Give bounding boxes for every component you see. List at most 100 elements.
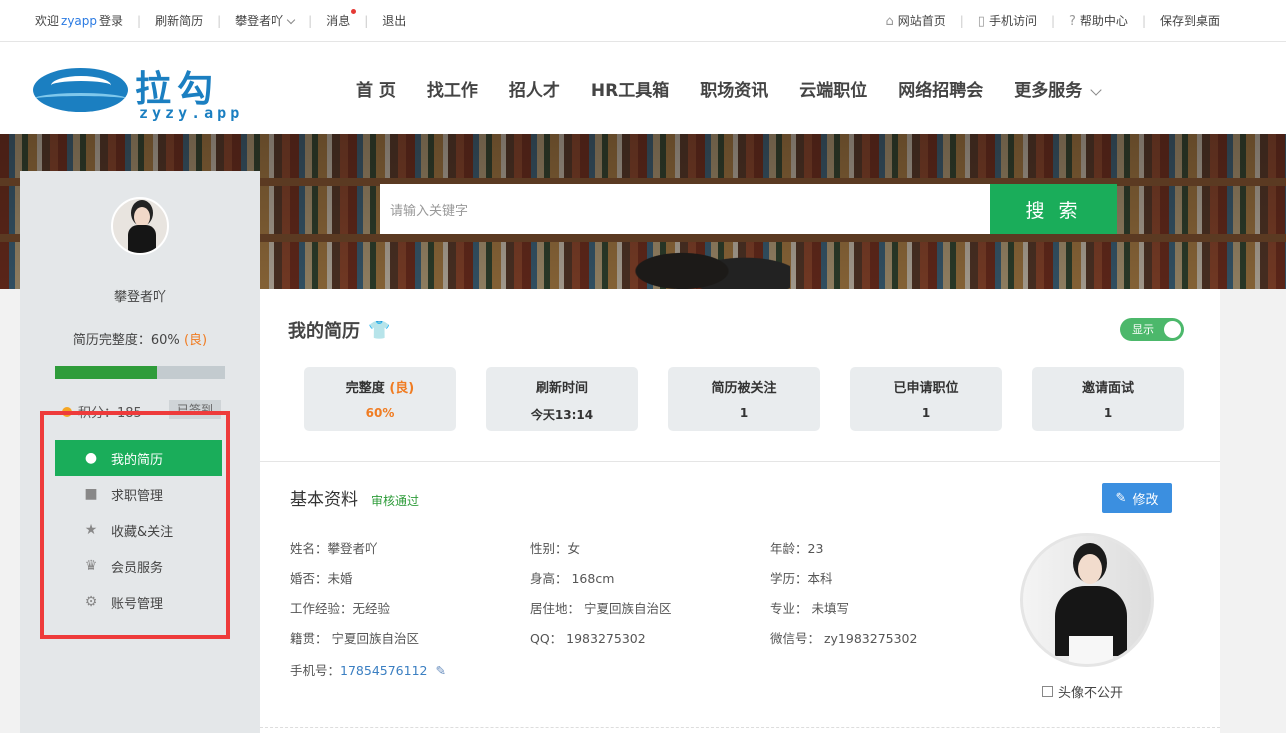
- unread-dot: [351, 9, 357, 14]
- home-icon: ⌂: [885, 14, 894, 29]
- basic-info-title: 基本资料 审核通过: [290, 485, 419, 510]
- mobile-link[interactable]: ▯ 手机访问: [978, 12, 1037, 29]
- divider: |: [1050, 13, 1056, 28]
- completeness-label: 简历完整度：60%: [72, 333, 180, 348]
- logo-cloud-icon: [33, 68, 128, 112]
- edit-label: 修改: [1132, 492, 1159, 508]
- audit-status: 审核通过: [371, 494, 420, 508]
- login-link[interactable]: 登录: [99, 12, 123, 29]
- stat-value: 1: [921, 406, 931, 420]
- highlight-box: [40, 411, 230, 639]
- divider: |: [364, 13, 369, 28]
- nav-item-hr-tools[interactable]: HR工具箱: [591, 76, 669, 101]
- nav-item-home[interactable]: 首 页: [356, 76, 396, 101]
- chevron-down-icon: [1090, 84, 1102, 96]
- user-name: 攀登者吖: [113, 290, 166, 305]
- toggle-knob: [1164, 321, 1181, 338]
- completeness-grade: (良): [183, 333, 208, 348]
- avatar-body: [128, 225, 156, 253]
- photo-face: [1078, 554, 1102, 584]
- shirt-icon: 👕: [368, 319, 391, 341]
- divider: |: [1141, 13, 1146, 28]
- top-bar: 欢迎 zyapp 登录 | 刷新简历 | 攀登者吖 | 消息 | 退出 ⌂ 网站首…: [0, 0, 1286, 42]
- field-education: 学历：本科: [770, 571, 833, 586]
- stat-value: 1: [1103, 406, 1113, 420]
- edit-button[interactable]: ✎ 修改: [1102, 483, 1172, 513]
- top-bar-right: ⌂ 网站首页 | ▯ 手机访问 | ? 帮助中心 | 保存到桌面: [885, 12, 1220, 30]
- username-link[interactable]: zyapp: [61, 14, 97, 28]
- user-menu[interactable]: 攀登者吖: [235, 12, 296, 29]
- field-wechat: 微信号： zy1983275302: [770, 631, 918, 646]
- stat-value: 1: [739, 406, 749, 420]
- divider: [260, 461, 1220, 462]
- page-title-text: 我的简历: [288, 321, 360, 342]
- main-content: 我的简历 👕 显示 完整度 (良) 60% 刷新时间 今天13:14 简历被关注 …: [260, 289, 1220, 733]
- header: 拉勾 zyzy.app 首 页 找工作 招人才 HR工具箱 职场资讯 云端职位 …: [0, 42, 1286, 134]
- messages-label: 消息: [326, 14, 351, 28]
- field-name: 姓名：攀登者吖: [290, 541, 378, 556]
- site-logo[interactable]: 拉勾 zyzy.app: [33, 62, 253, 122]
- resume-completeness: 简历完整度：60% (良): [20, 329, 260, 348]
- photo-figure-lower: [1069, 636, 1113, 664]
- welcome-text: 欢迎: [35, 14, 60, 28]
- divider: |: [308, 13, 313, 28]
- phone-icon: ▯: [977, 14, 985, 29]
- field-age: 年龄：23: [770, 541, 824, 556]
- nav-item-cloud-jobs[interactable]: 云端职位: [799, 76, 867, 101]
- stat-value: 今天13:14: [530, 408, 594, 422]
- field-gender: 性别：女: [530, 541, 581, 556]
- stat-grade: (良): [389, 381, 415, 396]
- search-input[interactable]: 请输入关键字: [380, 184, 990, 234]
- visibility-toggle[interactable]: 显示: [1120, 318, 1184, 341]
- profile-photo[interactable]: [1020, 533, 1154, 667]
- logo-en: zyzy.app: [139, 104, 244, 122]
- stat-followed: 简历被关注 1: [668, 367, 820, 431]
- main-nav: 首 页 找工作 招人才 HR工具箱 职场资讯 云端职位 网络招聘会 更多服务: [356, 76, 1131, 101]
- help-label: 帮助中心: [1079, 14, 1128, 28]
- page-title: 我的简历 👕: [288, 317, 390, 343]
- nav-item-job-fair[interactable]: 网络招聘会: [898, 76, 983, 101]
- avatar-head: [134, 207, 150, 227]
- nav-item-more[interactable]: 更多服务: [1014, 76, 1102, 101]
- stat-refresh-time: 刷新时间 今天13:14: [486, 367, 638, 431]
- field-experience: 工作经验：无经验: [290, 601, 391, 616]
- stat-label: 已申请职位: [893, 381, 959, 396]
- field-phone: 手机号：17854576112 ✎: [290, 660, 446, 679]
- phone-label: 手机号：: [290, 663, 341, 678]
- stat-label: 刷新时间: [535, 381, 588, 396]
- messages-link[interactable]: 消息: [326, 9, 357, 29]
- divider: [260, 727, 1220, 728]
- basic-info-title-text: 基本资料: [290, 490, 358, 510]
- refresh-resume-link[interactable]: 刷新简历: [155, 12, 203, 29]
- stat-completeness: 完整度 (良) 60%: [304, 367, 456, 431]
- avatar[interactable]: [111, 197, 169, 255]
- stat-interview: 邀请面试 1: [1032, 367, 1184, 431]
- divider: |: [217, 13, 222, 28]
- hide-avatar-label: 头像不公开: [1058, 686, 1124, 701]
- search-button[interactable]: 搜 索: [990, 184, 1117, 234]
- mobile-label: 手机访问: [988, 14, 1037, 28]
- nav-item-find-job[interactable]: 找工作: [427, 76, 478, 101]
- help-link[interactable]: ? 帮助中心: [1069, 12, 1128, 29]
- divider: |: [959, 13, 964, 28]
- field-major: 专业： 未填写: [770, 601, 849, 616]
- chevron-down-icon: [286, 15, 296, 25]
- phone-value: 17854576112: [340, 663, 428, 678]
- stat-label-text: 完整度: [345, 381, 385, 396]
- pencil-icon[interactable]: ✎: [436, 663, 446, 678]
- checkbox-box: [1042, 686, 1053, 697]
- nav-item-news[interactable]: 职场资讯: [700, 76, 768, 101]
- stat-label: 简历被关注: [711, 381, 777, 396]
- user-menu-label: 攀登者吖: [235, 14, 284, 28]
- divider: |: [137, 13, 142, 28]
- search-placeholder: 请输入关键字: [390, 203, 469, 219]
- nav-item-recruit[interactable]: 招人才: [509, 76, 560, 101]
- stat-applied: 已申请职位 1: [850, 367, 1002, 431]
- hide-avatar-checkbox[interactable]: 头像不公开: [1042, 682, 1123, 701]
- field-hometown: 籍贯： 宁夏回族自治区: [290, 631, 419, 646]
- field-qq: QQ： 1983275302: [530, 631, 646, 646]
- logout-link[interactable]: 退出: [382, 12, 406, 29]
- home-link[interactable]: ⌂ 网站首页: [885, 12, 945, 29]
- stats-row: 完整度 (良) 60% 刷新时间 今天13:14 简历被关注 1 已申请职位 1…: [304, 367, 1184, 431]
- save-desktop-link[interactable]: 保存到桌面: [1160, 12, 1220, 29]
